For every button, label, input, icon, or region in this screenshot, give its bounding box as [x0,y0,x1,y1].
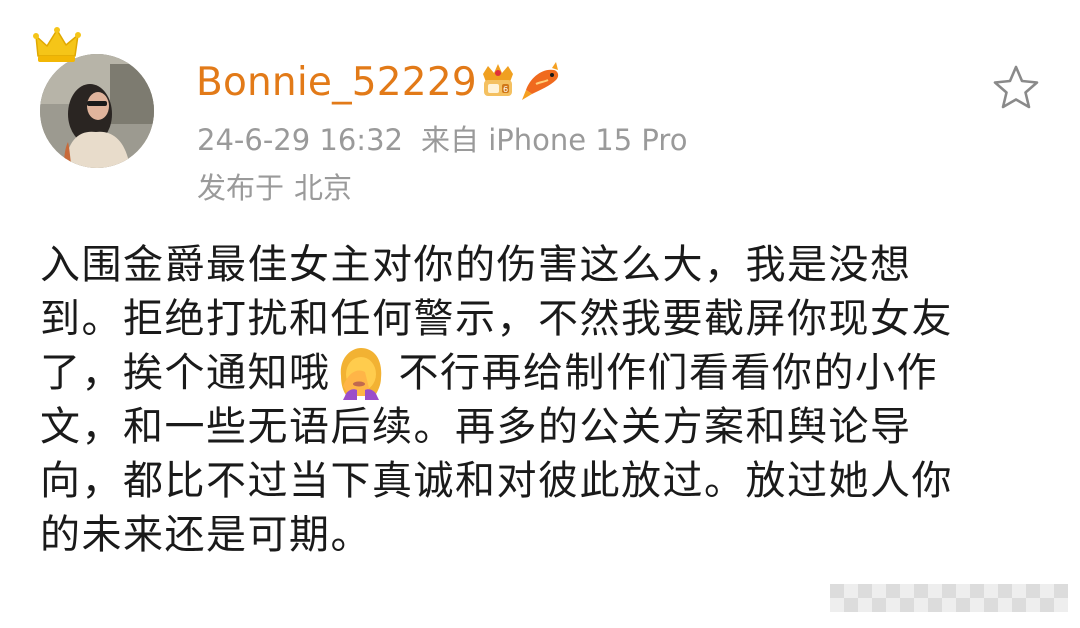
vip-crown-badge-icon[interactable]: 6 [478,60,518,102]
post-body: 入围金爵最佳女主对你的伤害这么大，我是没想 到。拒绝打扰和任何警示，不然我要截屏… [40,238,1050,562]
body-line: 了，挨个通知哦 不行再给制作们看看你的小作 [40,346,1050,400]
user-badges: 6 [478,60,562,102]
location-prefix: 发布于 [197,171,285,205]
pixelated-watermark [830,584,1068,612]
post-meta: 24-6-29 16:32 来自 iPhone 15 Pro [197,118,687,162]
svg-text:6: 6 [503,85,508,94]
post-location: 发布于 北京 [197,166,352,210]
woman-facepalming-emoji [340,348,381,400]
body-line: 文，和一些无语后续。再多的公关方案和舆论导 [40,404,912,450]
star-outline-icon[interactable] [990,62,1042,112]
username[interactable]: Bonnie_52229 [196,58,477,108]
koi-fish-badge-icon[interactable] [522,60,562,102]
avatar-container[interactable] [33,27,156,168]
crown-icon [33,27,81,62]
weibo-post: Bonnie_52229 6 24-6-29 16:32 来自 iPhone 15… [0,0,1080,628]
post-timestamp: 24-6-29 16:32 [197,123,403,157]
body-line: 入围金爵最佳女主对你的伤害这么大，我是没想 [40,242,912,288]
body-line: 向，都比不过当下真诚和对彼此放过。放过她人你 [40,458,953,504]
body-line-text: 了，挨个通知哦 [40,350,331,396]
post-source[interactable]: 来自 iPhone 15 Pro [421,123,687,157]
body-line: 到。拒绝打扰和任何警示，不然我要截屏你现女友 [40,296,953,342]
body-line: 的未来还是可期。 [40,512,372,558]
body-line-text: 不行再给制作们看看你的小作 [398,350,938,396]
location-name: 北京 [294,171,353,205]
avatar[interactable] [40,54,154,168]
